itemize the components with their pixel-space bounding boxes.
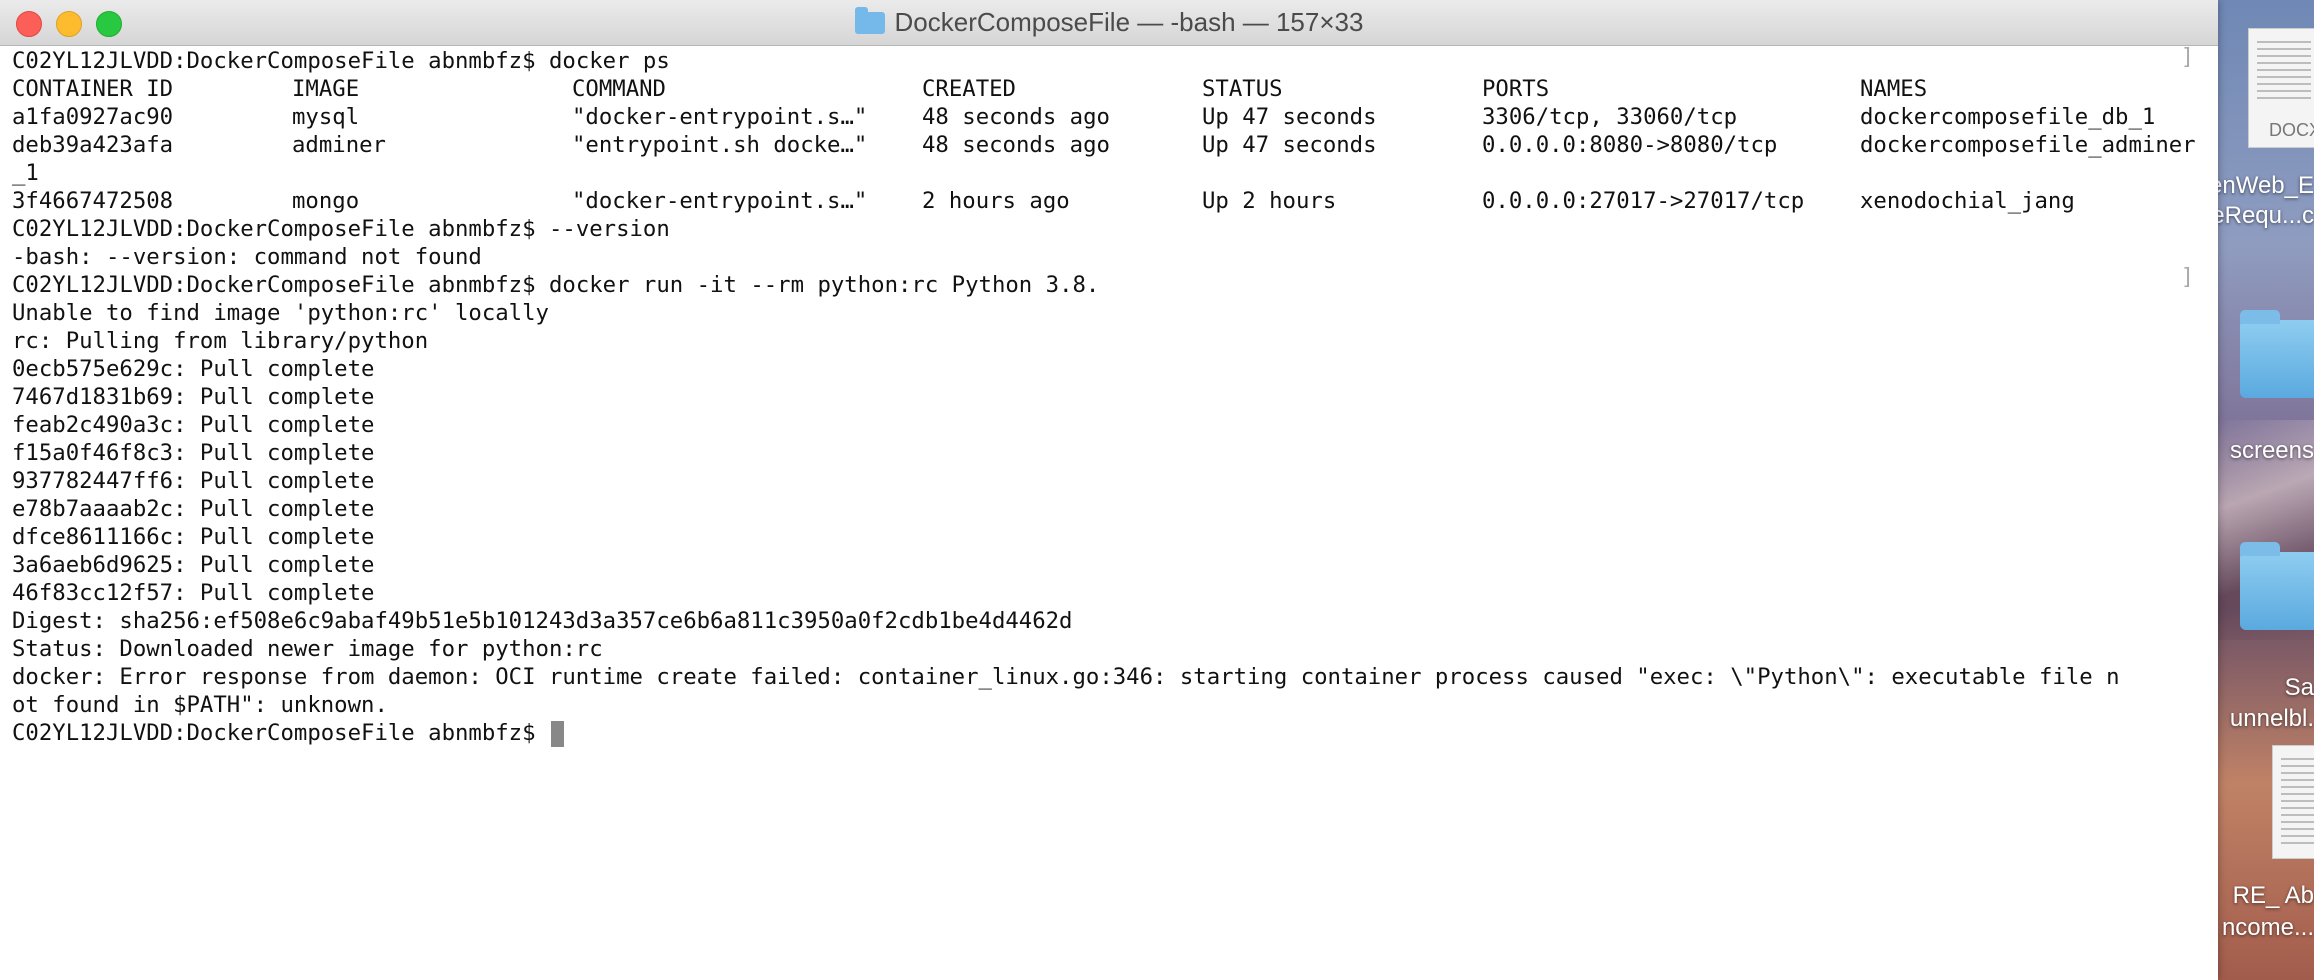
command-text: docker ps <box>548 48 670 74</box>
ps-row: a1fa0927ac90 mysql "docker-entrypoint.s…… <box>12 103 2198 131</box>
ps-row: 3f4667472508 mongo "docker-entrypoint.s…… <box>12 187 2198 215</box>
command-text: docker run -it --rm python:rc Python 3.8… <box>548 272 1100 298</box>
ps-cell: 0.0.0.0:27017->27017/tcp <box>1482 188 1805 214</box>
terminal-output-line: dfce8611166c: Pull complete <box>12 524 375 550</box>
ps-cell: deb39a423afa <box>12 132 174 158</box>
desktop-item-label[interactable]: unnelbl. <box>2230 703 2314 735</box>
desktop-item-label[interactable]: enWeb_E <box>2218 170 2314 202</box>
folder-icon <box>854 6 885 34</box>
ps-cell: mysql <box>292 104 360 130</box>
desktop-item-label[interactable]: ncome... <box>2222 912 2314 944</box>
desktop-item-label[interactable]: Sa <box>2285 672 2314 704</box>
terminal-output-line: 46f83cc12f57: Pull complete <box>12 580 375 606</box>
ps-cell: 3306/tcp, 33060/tcp <box>1482 104 1738 130</box>
ps-cell: 2 hours ago <box>922 188 1070 214</box>
ps-cell: Up 47 seconds <box>1202 104 1377 130</box>
terminal-content[interactable]: C02YL12JLVDD:DockerComposeFile abnmbfz$ … <box>12 45 2198 980</box>
ps-row: deb39a423afa adminer "entrypoint.sh dock… <box>12 131 2198 159</box>
desktop-item-label[interactable]: eRequ...c <box>2218 200 2314 232</box>
shell-prompt: C02YL12JLVDD:DockerComposeFile abnmbfz$ <box>12 216 549 242</box>
ps-cell: Up 47 seconds <box>1202 132 1377 158</box>
terminal-output-line: ot found in $PATH": unknown. <box>12 692 388 718</box>
terminal-output-line: e78b7aaaab2c: Pull complete <box>12 496 375 522</box>
ps-header-cell: STATUS <box>1202 76 1283 102</box>
ps-header-cell: NAMES <box>1860 76 1928 102</box>
ps-header-cell: CREATED <box>922 76 1016 102</box>
ps-cell: 0.0.0.0:8080->8080/tcp <box>1482 132 1778 158</box>
terminal-line-wrap: _1 <box>12 160 39 186</box>
folder-icon[interactable] <box>2240 310 2314 398</box>
ps-header-row: CONTAINER ID IMAGE COMMAND CREATED STATU… <box>12 75 2198 103</box>
folder-icon[interactable] <box>2240 542 2314 630</box>
ps-cell: Up 2 hours <box>1202 188 1337 214</box>
window-title-text: DockerComposeFile — -bash — 157×33 <box>894 7 1364 37</box>
desktop-item-label[interactable]: RE_ Ab <box>2233 880 2314 912</box>
title-bar[interactable]: DockerComposeFile — -bash — 157×33 <box>0 0 2218 46</box>
terminal-line: C02YL12JLVDD:DockerComposeFile abnmbfz$ … <box>12 215 2198 243</box>
ps-cell: mongo <box>292 188 360 214</box>
terminal-output-line: Unable to find image 'python:rc' locally <box>12 300 549 326</box>
ps-cell: 48 seconds ago <box>922 104 1110 130</box>
terminal-output-line: 937782447ff6: Pull complete <box>12 468 375 494</box>
scroll-bracket-bottom: ] <box>2180 265 2194 290</box>
ps-header-cell: CONTAINER ID <box>12 76 174 102</box>
terminal-output-line: feab2c490a3c: Pull complete <box>12 412 375 438</box>
text-cursor <box>550 720 564 747</box>
terminal-output-line: 7467d1831b69: Pull complete <box>12 384 375 410</box>
terminal-output-line: -bash: --version: command not found <box>12 244 482 270</box>
ps-header-cell: IMAGE <box>292 76 360 102</box>
ps-cell: dockercomposefile_db_1 <box>1860 104 2156 130</box>
ps-header-cell: PORTS <box>1482 76 1550 102</box>
terminal-output-line: Status: Downloaded newer image for pytho… <box>12 636 603 662</box>
ps-cell: a1fa0927ac90 <box>12 104 174 130</box>
ps-cell: "docker-entrypoint.s…" <box>572 188 868 214</box>
ps-cell: adminer <box>292 132 386 158</box>
ps-header-cell: COMMAND <box>572 76 666 102</box>
shell-prompt: C02YL12JLVDD:DockerComposeFile abnmbfz$ <box>12 272 549 298</box>
shell-prompt: C02YL12JLVDD:DockerComposeFile abnmbfz$ <box>12 720 549 746</box>
shell-prompt: C02YL12JLVDD:DockerComposeFile abnmbfz$ <box>12 48 549 74</box>
scroll-bracket-top: ] <box>2180 45 2194 70</box>
window-title: DockerComposeFile — -bash — 157×33 <box>0 0 2218 45</box>
ps-cell: 48 seconds ago <box>922 132 1110 158</box>
terminal-line: C02YL12JLVDD:DockerComposeFile abnmbfz$ … <box>12 271 2198 299</box>
terminal-output-line: f15a0f46f8c3: Pull complete <box>12 440 375 466</box>
terminal-output-line: docker: Error response from daemon: OCI … <box>12 664 2120 690</box>
ps-cell: xenodochial_jang <box>1860 188 2075 214</box>
ps-cell: 3f4667472508 <box>12 188 174 214</box>
ps-cell: dockercomposefile_adminer <box>1860 132 2196 158</box>
terminal-output-line: 3a6aeb6d9625: Pull complete <box>12 552 375 578</box>
terminal-line: C02YL12JLVDD:DockerComposeFile abnmbfz$ … <box>12 47 2198 75</box>
command-text: --version <box>548 216 670 242</box>
docx-file-icon[interactable]: DOCX <box>2248 28 2314 148</box>
terminal-output-line: Digest: sha256:ef508e6c9abaf49b51e5b1012… <box>12 608 1073 634</box>
ps-cell: "entrypoint.sh docke…" <box>572 132 868 158</box>
docx-tag-label: DOCX <box>2269 120 2314 140</box>
terminal-window: DockerComposeFile — -bash — 157×33 C02YL… <box>0 0 2218 980</box>
terminal-output-line: rc: Pulling from library/python <box>12 328 429 354</box>
desktop-item-label[interactable]: screens <box>2230 435 2314 467</box>
desktop-area: DOCX enWeb_E eRequ...c screens Sa unnelb… <box>2218 0 2314 980</box>
ps-cell: "docker-entrypoint.s…" <box>572 104 868 130</box>
document-thumbnail-icon[interactable] <box>2272 745 2314 859</box>
terminal-output-line: 0ecb575e629c: Pull complete <box>12 356 375 382</box>
terminal-line: C02YL12JLVDD:DockerComposeFile abnmbfz$ <box>12 719 2198 747</box>
